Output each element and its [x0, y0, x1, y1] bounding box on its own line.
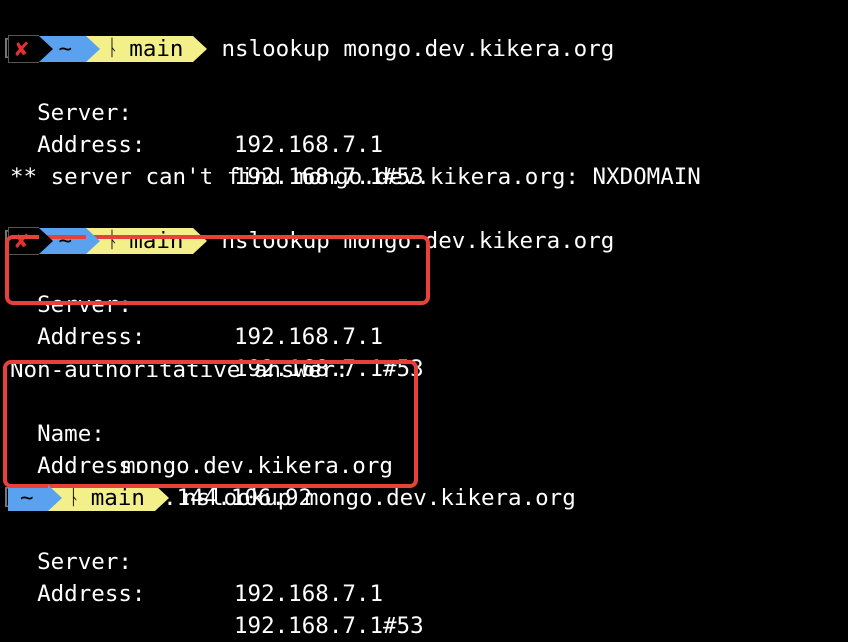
segment-arrow — [47, 485, 62, 511]
git-branch-name: main — [129, 36, 184, 62]
status-error-icon: ✘ — [8, 35, 39, 63]
segment-arrow — [86, 36, 101, 62]
server-value: 192.168.7.1 — [234, 132, 384, 158]
server-value: 192.168.7.1 — [234, 324, 384, 350]
segment-arrow — [38, 228, 53, 254]
prompt-git-segment: ᚿ main — [86, 36, 194, 62]
bracket: [ — [0, 36, 14, 61]
prompt-line-1: [ ✘ ~ ᚿ main nslookup mongo.dev.kikera.o… — [0, 33, 614, 65]
address-value: 192.168.7.1#53 — [234, 613, 424, 639]
output-address-line: Address: 192.168.7.1#53 — [10, 97, 424, 190]
address-label: Address: — [37, 132, 146, 158]
highlight-box-answer — [3, 360, 418, 488]
segment-arrow — [86, 228, 101, 254]
command-text: nslookup mongo.dev.kikera.org — [221, 36, 615, 62]
segment-arrow — [154, 485, 169, 511]
prompt-directory: ~ — [8, 485, 48, 511]
git-branch-icon: ᚿ — [106, 36, 120, 61]
output-address-line: Address: 192.168.7.1#53 — [10, 546, 424, 639]
segment-arrow — [193, 36, 208, 62]
address-label: Address: — [37, 581, 146, 607]
server-value: 192.168.7.1 — [234, 581, 384, 607]
output-server-line: Server: 192.168.7.1 — [10, 514, 383, 607]
address-label: Address: — [37, 324, 146, 350]
error-line: ** server can't find mongo.dev.kikera.or… — [10, 164, 701, 190]
highlight-box-server — [5, 235, 430, 305]
prompt-git-segment: ᚿ main — [47, 485, 155, 511]
output-server-line: Server: 192.168.7.1 — [10, 65, 383, 158]
segment-arrow — [38, 36, 53, 62]
